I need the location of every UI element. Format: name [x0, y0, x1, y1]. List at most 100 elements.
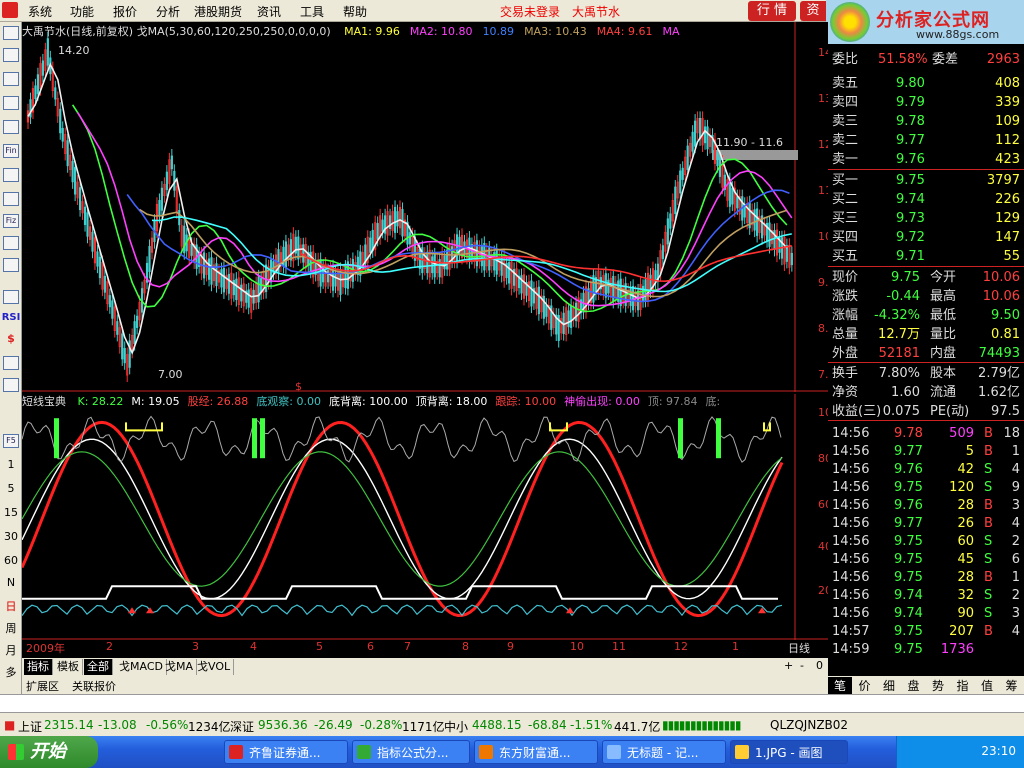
table-icon[interactable]: [3, 168, 19, 182]
settings-icon[interactable]: [3, 356, 19, 370]
buy-level-row[interactable]: 买二 9.74 226: [832, 190, 1022, 209]
menu-tools[interactable]: 工具: [300, 3, 324, 20]
rsi-icon[interactable]: RSI: [0, 312, 22, 323]
menu-hk-futures[interactable]: 港股期货: [194, 3, 242, 20]
tick-row[interactable]: 14:57 9.75 207 B 4: [832, 622, 1022, 641]
formula-icon[interactable]: [3, 236, 19, 250]
period-week[interactable]: 周: [0, 620, 22, 636]
reset-button[interactable]: 0: [816, 659, 823, 672]
zoom-icon[interactable]: [3, 258, 19, 272]
buy-level-row[interactable]: 买四 9.72 147: [832, 228, 1022, 247]
menu-quote[interactable]: 报价: [113, 3, 137, 20]
buy-level-row[interactable]: 买三 9.73 129: [832, 209, 1022, 228]
calendar-icon[interactable]: [3, 192, 19, 206]
quote-tab[interactable]: 价: [853, 677, 877, 694]
tab-related-quote[interactable]: 关联报价: [72, 678, 116, 694]
indicator-chart[interactable]: [22, 394, 828, 640]
stat-row[interactable]: 外盘 52181 内盘 74493: [832, 344, 1022, 363]
tab-ma[interactable]: 戈MA: [162, 659, 198, 675]
fin-icon[interactable]: Fin: [3, 144, 19, 158]
chart-area[interactable]: 大禹节水(日线,前复权) 戈MA(5,30,60,120,250,250,0,0…: [22, 22, 857, 658]
tick-row[interactable]: 14:56 9.75 45 S 6: [832, 550, 1022, 569]
tab-all[interactable]: 全部: [84, 659, 113, 675]
tick-row[interactable]: 14:56 9.76 28 B 3: [832, 496, 1022, 515]
sell-level-row[interactable]: 卖一 9.76 423: [832, 150, 1022, 169]
start-button[interactable]: 开始: [0, 736, 98, 768]
sell-level-row[interactable]: 卖三 9.78 109: [832, 112, 1022, 131]
doc-icon[interactable]: [3, 26, 19, 40]
quote-tab[interactable]: 细: [877, 677, 901, 694]
stat-row[interactable]: 涨跌 -0.44 最高 10.06: [832, 287, 1022, 306]
tick-row[interactable]: 14:56 9.77 5 B 1: [832, 442, 1022, 461]
menu-analysis[interactable]: 分析: [156, 3, 180, 20]
menu-function[interactable]: 功能: [70, 3, 94, 20]
task-formula[interactable]: 指标公式分...: [352, 740, 470, 764]
f5-icon[interactable]: F5: [3, 434, 19, 448]
line-chart-icon[interactable]: [3, 72, 19, 86]
task-notepad[interactable]: 无标题 - 记...: [602, 740, 726, 764]
dollar-icon[interactable]: $: [0, 332, 22, 345]
task-qilu[interactable]: 齐鲁证券通...: [224, 740, 348, 764]
grid-icon[interactable]: [3, 48, 19, 62]
tick-row[interactable]: 14:56 9.78 509 B 18: [832, 424, 1022, 443]
kline-icon[interactable]: [3, 96, 19, 110]
period-multi[interactable]: 多: [0, 664, 22, 680]
sell-level-row[interactable]: 卖二 9.77 112: [832, 131, 1022, 150]
quote-tab[interactable]: 盘: [902, 677, 926, 694]
menu-info[interactable]: 资讯: [257, 3, 281, 20]
tick-row[interactable]: 14:56 9.74 90 S 3: [832, 604, 1022, 623]
info-button[interactable]: 资: [800, 1, 826, 21]
period-30min[interactable]: 30: [0, 530, 22, 543]
tab-macd[interactable]: 戈MACD: [116, 659, 167, 675]
quote-tab[interactable]: 筹: [1000, 677, 1024, 694]
wave-icon[interactable]: [3, 290, 19, 304]
zoom-in-button[interactable]: +: [784, 659, 793, 672]
tick-row[interactable]: 14:56 9.76 42 S 4: [832, 460, 1022, 479]
quote-button[interactable]: 行 情: [748, 1, 796, 21]
tab-template[interactable]: 模板: [54, 659, 83, 675]
tab-indicator[interactable]: 指标: [24, 659, 53, 675]
horizontal-scrollbar[interactable]: [0, 694, 1024, 712]
stat-row[interactable]: 总量 12.7万 量比 0.81: [832, 325, 1022, 344]
stat-label: 净资: [832, 385, 859, 400]
stat-row[interactable]: 换手 7.80% 股本 2.79亿: [832, 364, 1022, 383]
tick-row[interactable]: 14:56 9.74 32 S 2: [832, 586, 1022, 605]
tick-row[interactable]: 14:56 9.77 26 B 4: [832, 514, 1022, 533]
period-5min[interactable]: 5: [0, 482, 22, 495]
stat-row[interactable]: 涨幅 -4.32% 最低 9.50: [832, 306, 1022, 325]
period-month[interactable]: 月: [0, 642, 22, 658]
period-1min[interactable]: 1: [0, 458, 22, 471]
sell-level-row[interactable]: 卖五 9.80 408: [832, 74, 1022, 93]
tick-row[interactable]: 14:56 9.75 28 B 1: [832, 568, 1022, 587]
menu-system[interactable]: 系统: [28, 3, 52, 20]
task-paint[interactable]: 1.JPG - 画图: [730, 740, 848, 764]
period-day[interactable]: 日: [0, 598, 22, 614]
price-chart[interactable]: [22, 22, 828, 392]
menu-help[interactable]: 帮助: [343, 3, 367, 20]
quote-tabs: 笔价细盘势指值筹: [828, 676, 1024, 694]
tick-row[interactable]: 14:56 9.75 120 S 9: [832, 478, 1022, 497]
quote-tab[interactable]: 势: [926, 677, 950, 694]
buy-level-row[interactable]: 买一 9.75 3797: [832, 171, 1022, 190]
task-eastmoney[interactable]: 东方财富通...: [474, 740, 598, 764]
quote-tab[interactable]: 指: [951, 677, 975, 694]
stat-row[interactable]: 现价 9.75 今开 10.06: [832, 268, 1022, 287]
export-icon[interactable]: [3, 378, 19, 392]
list-icon[interactable]: [3, 120, 19, 134]
tab-extension[interactable]: 扩展区: [26, 678, 59, 694]
period-15min[interactable]: 15: [0, 506, 22, 519]
sell-level-row[interactable]: 卖四 9.79 339: [832, 93, 1022, 112]
tick-row[interactable]: 14:56 9.75 60 S 2: [832, 532, 1022, 551]
zoom-out-button[interactable]: -: [800, 659, 804, 672]
stat-row[interactable]: 收益(三) 0.075 PE(动) 97.5: [832, 402, 1022, 421]
tab-vol[interactable]: 戈VOL: [194, 659, 235, 675]
period-60min[interactable]: 60: [0, 554, 22, 567]
stat-row[interactable]: 净资 1.60 流通 1.62亿: [832, 383, 1022, 402]
quote-tab[interactable]: 值: [975, 677, 999, 694]
fiz-icon[interactable]: Fiz: [3, 214, 19, 228]
buy-level-row[interactable]: 买五 9.71 55: [832, 247, 1022, 266]
quote-tab[interactable]: 笔: [828, 677, 852, 694]
tick-row[interactable]: 14:59 9.75 1736: [832, 640, 1022, 659]
level-price: 9.78: [896, 114, 925, 129]
period-n[interactable]: N: [0, 576, 22, 589]
